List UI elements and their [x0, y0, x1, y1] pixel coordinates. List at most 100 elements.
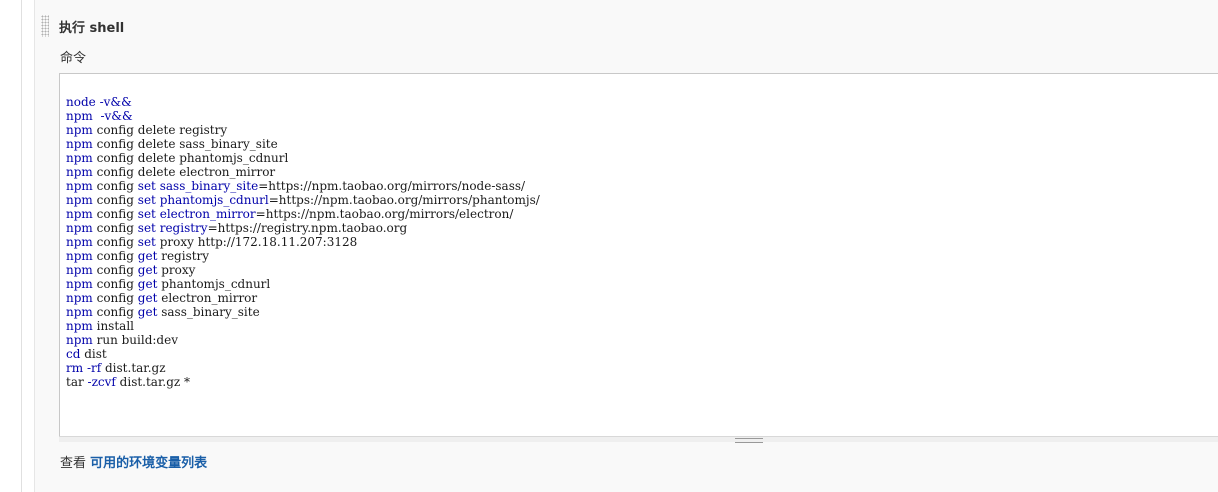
code-text: dist.tar.gz	[101, 361, 166, 375]
code-keyword: node	[66, 95, 96, 109]
code-text: run build:dev	[92, 333, 178, 347]
code-text: =https://npm.taobao.org/mirrors/node-sas…	[258, 179, 526, 193]
code-line: npm -v&&	[66, 109, 540, 123]
command-code[interactable]: node -v&& npm -v&& npm config delete regis…	[66, 95, 540, 389]
code-line: npm config set phantomjs_cdnurl=https://…	[66, 193, 540, 207]
editor-resize-bar[interactable]	[59, 436, 1218, 443]
code-keyword: npm	[66, 165, 93, 179]
code-text: proxy	[157, 263, 196, 277]
code-keyword: electron_mirror	[159, 207, 256, 221]
code-text: dist.tar.gz *	[115, 375, 191, 389]
code-keyword: npm	[66, 109, 93, 123]
code-text: config delete registry	[92, 123, 228, 137]
env-vars-link[interactable]: 可用的环境变量列表	[90, 456, 207, 471]
code-line: rm -rf dist.tar.gz	[66, 361, 540, 375]
code-line: npm config set sass_binary_site=https://…	[66, 179, 540, 193]
command-editor[interactable]: node -v&& npm -v&& npm config delete regis…	[59, 73, 1218, 442]
code-line: npm config get registry	[66, 249, 540, 263]
code-line: npm config get phantomjs_cdnurl	[66, 277, 540, 291]
code-keyword: npm	[66, 291, 93, 305]
code-keyword: npm	[66, 137, 93, 151]
code-keyword: cd	[66, 347, 81, 361]
code-line: npm config delete registry	[66, 123, 540, 137]
code-keyword: npm	[66, 179, 93, 193]
code-line: npm config set registry=https://registry…	[66, 221, 540, 235]
code-keyword: npm	[66, 151, 93, 165]
code-keyword: npm	[66, 235, 93, 249]
code-text: electron_mirror	[157, 291, 258, 305]
code-keyword: npm	[66, 249, 93, 263]
code-keyword: npm	[66, 277, 93, 291]
code-text: =https://npm.taobao.org/mirrors/phantomj…	[268, 193, 540, 207]
code-line: npm config get sass_binary_site	[66, 305, 540, 319]
code-keyword: npm	[66, 305, 93, 319]
code-keyword: set	[137, 179, 156, 193]
code-text: config	[92, 235, 138, 249]
code-keyword: set	[137, 207, 156, 221]
code-line: npm config delete phantomjs_cdnurl	[66, 151, 540, 165]
code-keyword: -zcvf	[87, 375, 116, 389]
code-keyword: set	[137, 221, 156, 235]
code-text: config delete phantomjs_cdnurl	[92, 151, 289, 165]
code-line: npm run build:dev	[66, 333, 540, 347]
code-text: =https://npm.taobao.org/mirrors/electron…	[255, 207, 514, 221]
code-keyword: get	[137, 249, 158, 263]
section-title: 执行 shell	[59, 21, 125, 36]
code-text: registry	[157, 249, 210, 263]
code-text: phantomjs_cdnurl	[157, 277, 271, 291]
code-keyword: rm	[66, 361, 84, 375]
code-keyword: npm	[66, 333, 93, 347]
code-line: npm config get proxy	[66, 263, 540, 277]
code-keyword: set	[137, 193, 156, 207]
code-keyword: npm	[66, 193, 93, 207]
page: 执行 shell 命令 node -v&& npm -v&& npm config …	[0, 0, 1218, 492]
help-prefix: 查看	[60, 456, 91, 471]
code-keyword: phantomjs_cdnurl	[159, 193, 269, 207]
command-label: 命令	[60, 51, 87, 66]
code-keyword: npm	[66, 221, 93, 235]
code-line: tar -zcvf dist.tar.gz *	[66, 375, 540, 389]
code-keyword: set	[137, 235, 156, 249]
code-line: cd dist	[66, 347, 540, 361]
left-gutter	[0, 0, 22, 492]
code-text: config	[92, 249, 138, 263]
code-line: npm config delete sass_binary_site	[66, 137, 540, 151]
code-text: config delete sass_binary_site	[92, 137, 278, 151]
code-text: tar	[66, 375, 88, 389]
code-line: npm config get electron_mirror	[66, 291, 540, 305]
code-line: npm config delete electron_mirror	[66, 165, 540, 179]
code-text: config	[92, 179, 138, 193]
code-keyword: -rf	[86, 361, 102, 375]
code-line: npm config set electron_mirror=https://n…	[66, 207, 540, 221]
help-line: 查看 可用的环境变量列表	[60, 452, 207, 471]
code-line: node -v&&	[66, 95, 540, 109]
code-keyword: get	[137, 291, 158, 305]
code-keyword: get	[137, 277, 158, 291]
code-text: config delete electron_mirror	[92, 165, 276, 179]
code-text: config	[92, 291, 138, 305]
code-text: install	[92, 319, 134, 333]
code-keyword: get	[137, 263, 158, 277]
code-keyword: -v&&	[99, 95, 132, 109]
code-text: config	[92, 277, 138, 291]
code-text: sass_binary_site	[157, 305, 260, 319]
code-keyword: npm	[66, 123, 93, 137]
code-text: config	[92, 193, 138, 207]
code-keyword: registry	[159, 221, 208, 235]
code-line: npm config set proxy http://172.18.11.20…	[66, 235, 540, 249]
code-keyword: get	[137, 305, 158, 319]
code-line: npm install	[66, 319, 540, 333]
code-keyword: npm	[66, 319, 93, 333]
code-text: config	[92, 221, 138, 235]
drag-handle-icon[interactable]	[41, 15, 49, 37]
code-text: config	[92, 305, 138, 319]
code-keyword: sass_binary_site	[159, 179, 259, 193]
code-text: =https://registry.npm.taobao.org	[207, 221, 408, 235]
resize-grip-icon[interactable]	[735, 438, 763, 443]
code-text: config	[92, 207, 138, 221]
code-keyword: npm	[66, 207, 93, 221]
code-text: config	[92, 263, 138, 277]
code-text: proxy http://172.18.11.207:3128	[155, 235, 358, 249]
code-text: dist	[80, 347, 107, 361]
code-keyword: -v&&	[100, 109, 133, 123]
